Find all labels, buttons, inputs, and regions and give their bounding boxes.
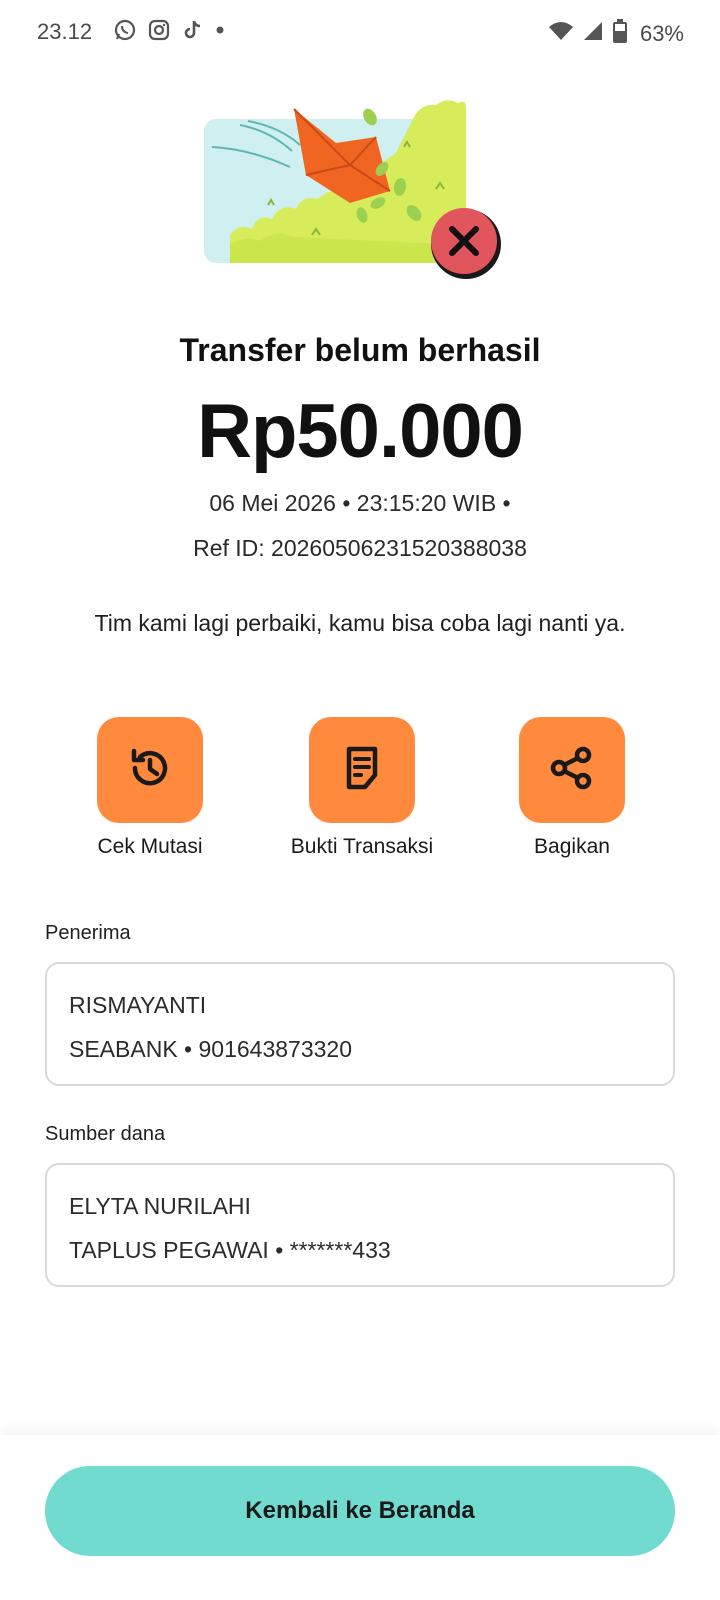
error-message: Tim kami lagi perbaiki, kamu bisa coba l… bbox=[94, 610, 626, 636]
notification-icons bbox=[113, 18, 225, 42]
tiktok-icon bbox=[181, 18, 205, 42]
action-label: Cek Mutasi bbox=[97, 835, 203, 858]
back-to-home-button[interactable]: Kembali ke Beranda bbox=[45, 1466, 675, 1556]
transfer-amount: Rp50.000 bbox=[197, 389, 524, 474]
wifi-icon bbox=[548, 19, 574, 48]
dot-icon bbox=[215, 18, 225, 42]
bottom-bar: Kembali ke Beranda bbox=[0, 1435, 720, 1600]
action-label: Bagikan bbox=[534, 835, 610, 858]
signal-icon bbox=[582, 19, 604, 48]
battery-percent: 63% bbox=[639, 20, 684, 46]
source-account: TAPLUS PEGAWAI • *******433 bbox=[69, 1237, 391, 1263]
battery-icon bbox=[612, 18, 628, 49]
recipient-section-label: Penerima bbox=[45, 922, 131, 944]
share-icon bbox=[547, 743, 597, 798]
source-name: ELYTA NURILAHI bbox=[69, 1193, 251, 1219]
source-card: ELYTA NURILAHI TAPLUS PEGAWAI • *******4… bbox=[45, 1163, 675, 1287]
bagikan-button[interactable]: Bagikan bbox=[472, 717, 672, 859]
bukti-transaksi-button[interactable]: Bukti Transaksi bbox=[262, 717, 462, 859]
result-title: Transfer belum berhasil bbox=[179, 332, 541, 368]
history-icon bbox=[125, 743, 175, 798]
action-label: Bukti Transaksi bbox=[290, 835, 434, 858]
status-bar: 23.12 63% bbox=[0, 0, 720, 64]
action-row: Cek Mutasi Bukti Transaksi Bagikan bbox=[0, 717, 720, 867]
status-time: 23.12 bbox=[37, 19, 93, 44]
recipient-name: RISMAYANTI bbox=[69, 992, 207, 1018]
reference-id: Ref ID: 20260506231520388038 bbox=[193, 535, 527, 561]
whatsapp-icon bbox=[113, 18, 137, 42]
instagram-icon bbox=[147, 18, 171, 42]
source-section-label: Sumber dana bbox=[45, 1123, 166, 1145]
recipient-card: RISMAYANTI SEABANK • 901643873320 bbox=[45, 962, 675, 1086]
system-status: 63% bbox=[548, 18, 684, 49]
action-tile[interactable] bbox=[519, 717, 625, 823]
cek-mutasi-button[interactable]: Cek Mutasi bbox=[50, 717, 250, 859]
action-tile[interactable] bbox=[309, 717, 415, 823]
action-tile[interactable] bbox=[97, 717, 203, 823]
recipient-account: SEABANK • 901643873320 bbox=[69, 1036, 352, 1062]
receipt-icon bbox=[337, 743, 387, 798]
transfer-datetime: 06 Mei 2026 • 23:15:20 WIB • bbox=[209, 490, 511, 516]
failed-transfer-illustration bbox=[200, 95, 520, 295]
